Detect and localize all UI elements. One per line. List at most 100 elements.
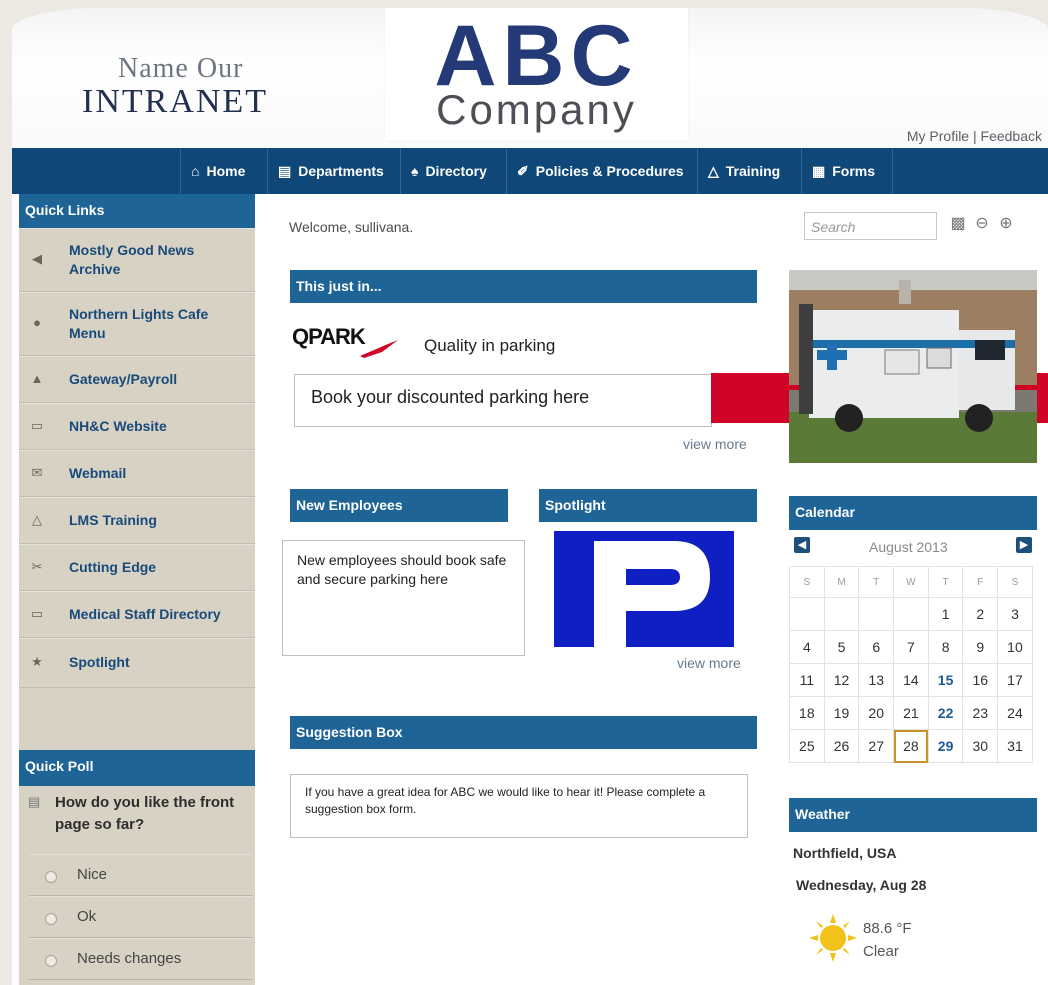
quick-link-label: Medical Staff Directory [69, 606, 221, 622]
calendar-day[interactable]: 2 [962, 597, 999, 631]
calendar-day[interactable]: 15 [927, 663, 964, 697]
print-preview-icon[interactable]: ▩ [948, 213, 968, 233]
quick-link-label: Gateway/Payroll [69, 371, 178, 387]
nav-label: Policies & Procedures [535, 163, 684, 179]
feedback-link[interactable]: Feedback [981, 128, 1042, 144]
payroll-icon: ▲ [30, 371, 44, 386]
calendar-day[interactable]: 31 [997, 729, 1033, 763]
calendar-day[interactable]: 30 [962, 729, 999, 763]
calendar-empty-cell [893, 597, 929, 631]
zoom-out-icon[interactable]: ⊖ [972, 213, 992, 233]
megaphone-icon: ◀ [32, 251, 42, 266]
quick-link-website[interactable]: ▭ NH&C Website [19, 403, 255, 450]
nav-directory[interactable]: ♠ Directory [400, 148, 505, 194]
weather-header: Weather [789, 798, 1037, 832]
spotlight-parking-image[interactable]: P [554, 531, 734, 647]
nav-training[interactable]: △ Training [697, 148, 800, 194]
link-separator: | [969, 128, 981, 144]
document-icon: ✐ [517, 162, 529, 179]
quick-link-news-archive[interactable]: ◀ Mostly Good News Archive [19, 228, 255, 292]
calendar-week-row: 25 26 27 28 29 30 31 [789, 729, 1033, 763]
suggestion-box[interactable]: If you have a great idea for ABC we woul… [290, 774, 748, 838]
calendar-day[interactable]: 28 [893, 729, 929, 763]
calendar-prev-button[interactable]: ◀ [794, 537, 810, 553]
radio-button[interactable] [45, 955, 57, 967]
calendar-day[interactable]: 13 [858, 663, 895, 697]
calendar-day[interactable]: 5 [823, 630, 860, 664]
calendar-day[interactable]: 10 [997, 630, 1033, 664]
calendar-day[interactable]: 25 [789, 729, 825, 763]
poll-option-needs-changes[interactable]: Needs changes [29, 938, 253, 980]
poll-option-ok[interactable]: Ok [29, 896, 253, 938]
suggestion-text: If you have a great idea for ABC we woul… [305, 785, 706, 816]
calendar-day[interactable]: 3 [997, 597, 1033, 631]
calendar-day[interactable]: 19 [823, 696, 860, 730]
calendar-day[interactable]: 27 [858, 729, 895, 763]
radio-button[interactable] [45, 871, 57, 883]
weather-date: Wednesday, Aug 28 [796, 877, 927, 893]
calendar-next-button[interactable]: ▶ [1016, 537, 1032, 553]
page: Name Our INTRANET ABC Company My Profile… [12, 8, 1048, 985]
radio-button[interactable] [45, 913, 57, 925]
cafe-icon: ● [33, 315, 41, 330]
new-employees-box[interactable]: New employees should book safe and secur… [282, 540, 525, 656]
quick-link-label: Spotlight [69, 654, 130, 670]
quick-link-spotlight[interactable]: ★ Spotlight [19, 638, 255, 688]
nav-forms[interactable]: ▦ Forms [801, 148, 892, 194]
calendar-day[interactable]: 4 [789, 630, 825, 664]
this-just-in-header: This just in... [290, 270, 757, 303]
calendar-week-row: 18 19 20 21 22 23 24 [789, 696, 1033, 730]
calendar-day[interactable]: 17 [997, 663, 1033, 697]
view-more-link[interactable]: view more [683, 436, 747, 452]
quick-link-webmail[interactable]: ✉ Webmail [19, 450, 255, 497]
quick-link-cafe-menu[interactable]: ● Northern Lights Cafe Menu [19, 292, 255, 356]
zoom-in-icon[interactable]: ⊕ [996, 213, 1016, 233]
calendar-day[interactable]: 11 [789, 663, 825, 697]
qpark-tagline: Quality in parking [424, 336, 556, 355]
calendar-day[interactable]: 21 [893, 696, 929, 730]
graduation-cap-icon: △ [708, 162, 719, 179]
qpark-logo[interactable]: QPARK [292, 318, 412, 358]
calendar-day[interactable]: 18 [789, 696, 825, 730]
my-profile-link[interactable]: My Profile [907, 128, 969, 144]
suggestion-box-header: Suggestion Box [290, 716, 757, 749]
calendar-day[interactable]: 20 [858, 696, 895, 730]
nav-policies[interactable]: ✐ Policies & Procedures [506, 148, 694, 194]
welcome-message: Welcome, sullivana. [289, 219, 414, 235]
quick-link-cutting-edge[interactable]: ✂ Cutting Edge [19, 544, 255, 591]
quick-link-gateway-payroll[interactable]: ▲ Gateway/Payroll [19, 356, 255, 403]
calendar-day[interactable]: 24 [997, 696, 1033, 730]
quick-link-label: Webmail [69, 465, 127, 481]
calendar-day[interactable]: 6 [858, 630, 895, 664]
company-logo[interactable]: ABC Company [385, 8, 688, 140]
nav-departments[interactable]: ▤ Departments [267, 148, 399, 194]
site-title: INTRANET [82, 83, 268, 120]
profile-links: My Profile | Feedback [907, 128, 1042, 144]
calendar-day[interactable]: 7 [893, 630, 929, 664]
quick-link-medical-staff-directory[interactable]: ▭ Medical Staff Directory [19, 591, 255, 638]
calendar-day[interactable]: 22 [927, 696, 964, 730]
calendar-day[interactable]: 14 [893, 663, 929, 697]
spotlight-view-more-link[interactable]: view more [677, 655, 741, 671]
parking-book-text: Book your discounted parking here [311, 387, 590, 407]
poll-option-nice[interactable]: Nice [29, 854, 253, 896]
nav-home[interactable]: ⌂ Home [180, 148, 265, 194]
home-icon: ⌂ [191, 163, 200, 179]
calendar-day[interactable]: 12 [823, 663, 860, 697]
ambulance-photo [789, 270, 1037, 463]
weather-temp: 88.6 °F [863, 920, 912, 937]
calendar-day[interactable]: 9 [962, 630, 999, 664]
qpark-brand: QPARK [292, 324, 366, 349]
search-input[interactable]: Search [804, 212, 937, 240]
calendar-day[interactable]: 1 [927, 597, 964, 631]
parking-book-box[interactable]: Book your discounted parking here [294, 374, 712, 427]
nav-label: Departments [298, 163, 384, 179]
main-navbar: ⌂ Home ▤ Departments ♠ Directory ✐ Polic… [12, 148, 1048, 194]
calendar-day[interactable]: 16 [962, 663, 999, 697]
calendar-day[interactable]: 8 [927, 630, 964, 664]
calendar-day[interactable]: 23 [962, 696, 999, 730]
calendar-weekday: T [858, 566, 895, 598]
calendar-day[interactable]: 26 [823, 729, 860, 763]
calendar-day[interactable]: 29 [927, 729, 964, 763]
quick-link-lms-training[interactable]: △ LMS Training [19, 497, 255, 544]
